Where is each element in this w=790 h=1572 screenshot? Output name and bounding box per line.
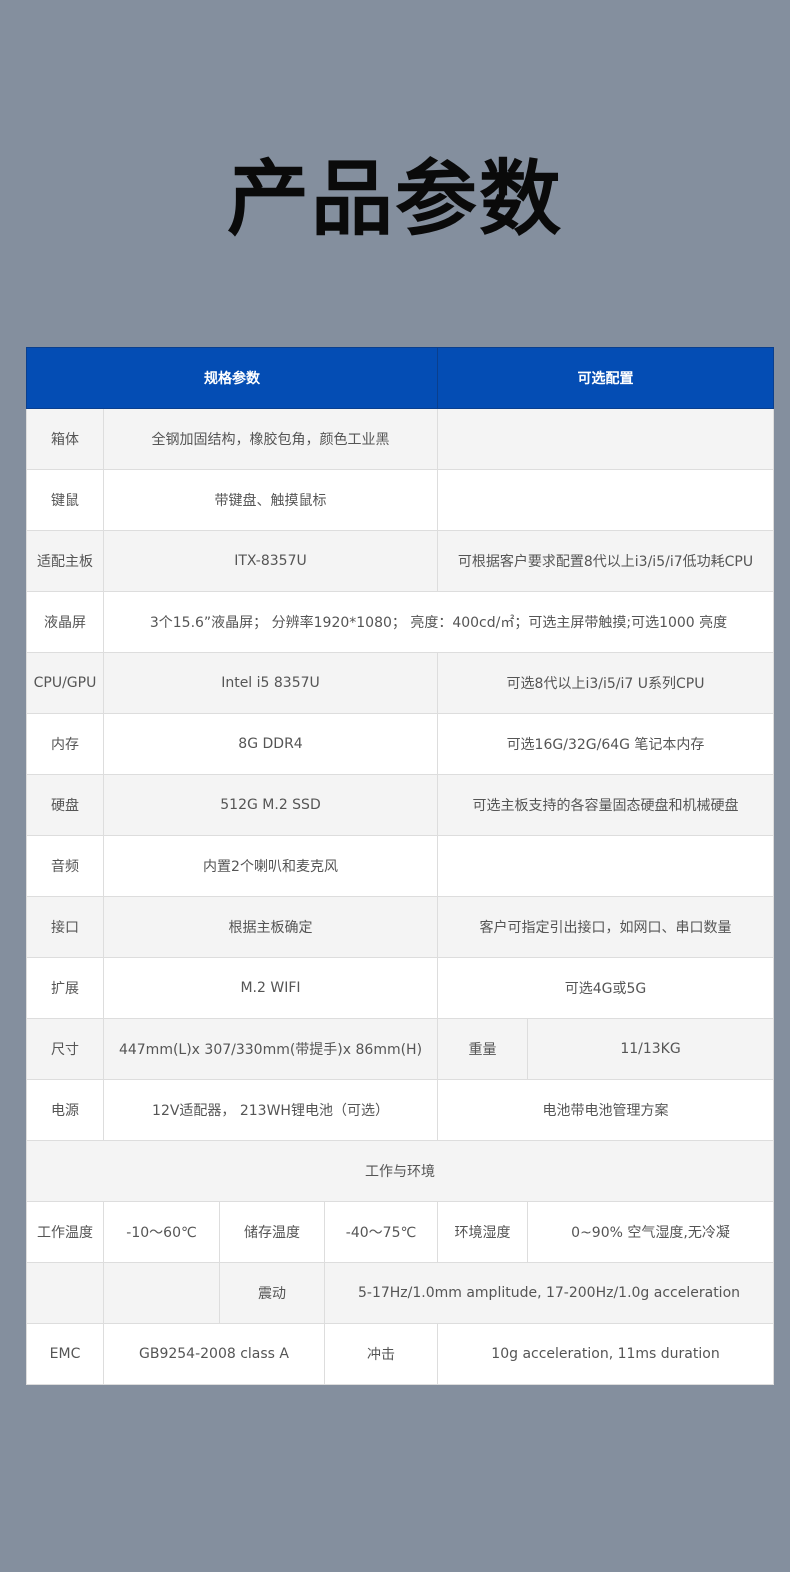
weight-value: 11/13KG xyxy=(527,1018,774,1080)
row-label: 硬盘 xyxy=(26,774,104,836)
row-value: 447mm(L)x 307/330mm(带提手)x 86mm(H) xyxy=(103,1018,438,1080)
row-label: 液晶屏 xyxy=(26,591,104,653)
row-value: 根据主板确定 xyxy=(103,896,438,958)
row-option: 可根据客户要求配置8代以上i3/i5/i7低功耗CPU xyxy=(437,530,774,592)
emc-value: GB9254-2008 class A xyxy=(103,1323,325,1385)
table-row: 扩展 M.2 WIFI 可选4G或5G xyxy=(26,957,774,1019)
empty-cell xyxy=(26,1262,104,1324)
row-label: CPU/GPU xyxy=(26,652,104,714)
humidity-value: 0~90% 空气湿度,无冷凝 xyxy=(527,1201,774,1263)
row-label: 内存 xyxy=(26,713,104,775)
row-label: 扩展 xyxy=(26,957,104,1019)
row-value: 带键盘、触摸鼠标 xyxy=(103,469,438,531)
row-option: 可选16G/32G/64G 笔记本内存 xyxy=(437,713,774,775)
vibration-label: 震动 xyxy=(219,1262,325,1324)
row-label: 电源 xyxy=(26,1079,104,1141)
table-row: 箱体 全钢加固结构，橡胶包角，颜色工业黑 xyxy=(26,408,774,470)
section-title: 工作与环境 xyxy=(26,1140,774,1202)
table-row: 工作温度 -10～60℃ 储存温度 -40～75℃ 环境湿度 0~90% 空气湿… xyxy=(26,1201,774,1263)
row-value: 12V适配器， 213WH锂电池（可选） xyxy=(103,1079,438,1141)
vibration-value: 5-17Hz/1.0mm amplitude, 17-200Hz/1.0g ac… xyxy=(324,1262,774,1324)
row-label: 音频 xyxy=(26,835,104,897)
work-temp-value: -10～60℃ xyxy=(103,1201,220,1263)
row-option: 可选4G或5G xyxy=(437,957,774,1019)
header-spec: 规格参数 xyxy=(26,347,438,409)
row-option: 可选主板支持的各容量固态硬盘和机械硬盘 xyxy=(437,774,774,836)
table-row: 硬盘 512G M.2 SSD 可选主板支持的各容量固态硬盘和机械硬盘 xyxy=(26,774,774,836)
row-value: 内置2个喇叭和麦克风 xyxy=(103,835,438,897)
row-value: 8G DDR4 xyxy=(103,713,438,775)
row-label: 接口 xyxy=(26,896,104,958)
row-option: 客户可指定引出接口，如网口、串口数量 xyxy=(437,896,774,958)
table-row: CPU/GPU Intel i5 8357U 可选8代以上i3/i5/i7 U系… xyxy=(26,652,774,714)
row-label: 尺寸 xyxy=(26,1018,104,1080)
table-row: 接口 根据主板确定 客户可指定引出接口，如网口、串口数量 xyxy=(26,896,774,958)
row-option xyxy=(437,835,774,897)
row-value: 3个15.6”液晶屏； 分辨率1920*1080； 亮度：400cd/㎡；可选主… xyxy=(103,591,774,653)
table-row: 音频 内置2个喇叭和麦克风 xyxy=(26,835,774,897)
table-row: 适配主板 ITX-8357U 可根据客户要求配置8代以上i3/i5/i7低功耗C… xyxy=(26,530,774,592)
page-title: 产品参数 xyxy=(226,152,563,247)
empty-cell xyxy=(103,1262,220,1324)
header-options: 可选配置 xyxy=(437,347,774,409)
shock-label: 冲击 xyxy=(324,1323,438,1385)
row-value: M.2 WIFI xyxy=(103,957,438,1019)
row-label: 箱体 xyxy=(26,408,104,470)
row-label: 适配主板 xyxy=(26,530,104,592)
storage-temp-label: 储存温度 xyxy=(219,1201,325,1263)
table-row: 键鼠 带键盘、触摸鼠标 xyxy=(26,469,774,531)
table-header-row: 规格参数 可选配置 xyxy=(26,347,774,409)
spec-table: 规格参数 可选配置 箱体 全钢加固结构，橡胶包角，颜色工业黑 键鼠 带键盘、触摸… xyxy=(26,347,774,1385)
shock-value: 10g acceleration, 11ms duration xyxy=(437,1323,774,1385)
humidity-label: 环境湿度 xyxy=(437,1201,528,1263)
row-value: 512G M.2 SSD xyxy=(103,774,438,836)
row-option xyxy=(437,408,774,470)
row-option: 可选8代以上i3/i5/i7 U系列CPU xyxy=(437,652,774,714)
table-row: 电源 12V适配器， 213WH锂电池（可选） 电池带电池管理方案 xyxy=(26,1079,774,1141)
table-row: 尺寸 447mm(L)x 307/330mm(带提手)x 86mm(H) 重量 … xyxy=(26,1018,774,1080)
row-option: 电池带电池管理方案 xyxy=(437,1079,774,1141)
section-row: 工作与环境 xyxy=(26,1140,774,1202)
row-label: 键鼠 xyxy=(26,469,104,531)
table-row: 液晶屏 3个15.6”液晶屏； 分辨率1920*1080； 亮度：400cd/㎡… xyxy=(26,591,774,653)
row-option xyxy=(437,469,774,531)
row-value: 全钢加固结构，橡胶包角，颜色工业黑 xyxy=(103,408,438,470)
row-value: Intel i5 8357U xyxy=(103,652,438,714)
table-row: 内存 8G DDR4 可选16G/32G/64G 笔记本内存 xyxy=(26,713,774,775)
weight-label: 重量 xyxy=(437,1018,528,1080)
storage-temp-value: -40～75℃ xyxy=(324,1201,438,1263)
work-temp-label: 工作温度 xyxy=(26,1201,104,1263)
table-row: EMC GB9254-2008 class A 冲击 10g accelerat… xyxy=(26,1323,774,1385)
emc-label: EMC xyxy=(26,1323,104,1385)
table-row: 震动 5-17Hz/1.0mm amplitude, 17-200Hz/1.0g… xyxy=(26,1262,774,1324)
row-value: ITX-8357U xyxy=(103,530,438,592)
